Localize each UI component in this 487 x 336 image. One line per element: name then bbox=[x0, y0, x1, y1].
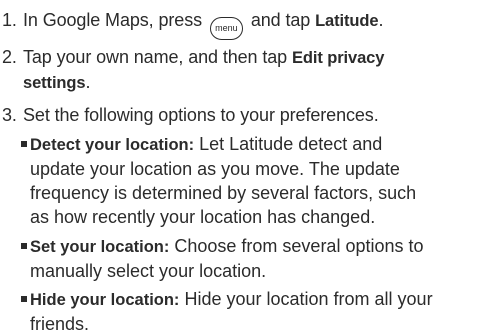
step-1-text-after: . bbox=[378, 10, 384, 30]
step-2-text-before: Tap your own name, and then tap bbox=[23, 47, 288, 67]
option-hide-location: Hide your location: Hide your location f… bbox=[21, 287, 483, 336]
option-2-line2: manually select your location. bbox=[30, 261, 267, 281]
step-2-edit-privacy: Edit privacy bbox=[292, 49, 385, 67]
option-3-line1: Hide your location from all your bbox=[184, 289, 433, 309]
option-3-title: Hide your location: bbox=[30, 291, 180, 309]
option-1-line3: frequency is determined by several facto… bbox=[30, 183, 417, 203]
step-2-text-after: . bbox=[85, 72, 91, 92]
menu-key-icon: menu bbox=[209, 17, 243, 40]
step-1-number: 1. bbox=[2, 10, 17, 30]
option-1-line2: update your location as you move. The up… bbox=[30, 159, 400, 179]
instructions-page: 1. In Google Maps, press menu and tap Lat… bbox=[0, 0, 487, 336]
step-1: 1. In Google Maps, press menu and tap Lat… bbox=[2, 8, 383, 40]
option-2-title: Set your location: bbox=[30, 238, 170, 256]
step-3: 3. Set the following options to your pref… bbox=[2, 103, 379, 127]
option-3-line2: friends. bbox=[30, 314, 90, 334]
option-1-line4: as how recently your location has change… bbox=[30, 207, 376, 227]
step-3-text: Set the following options to your prefer… bbox=[23, 105, 379, 125]
step-1-text-middle: and tap bbox=[250, 10, 311, 30]
option-1-title: Detect your location: bbox=[30, 136, 195, 154]
step-2-number: 2. bbox=[2, 47, 17, 67]
bullet-icon bbox=[21, 296, 27, 302]
option-set-location: Set your location: Choose from several o… bbox=[21, 234, 483, 283]
step-1-latitude: Latitude bbox=[315, 12, 379, 30]
step-2-settings: settings bbox=[23, 74, 86, 92]
bullet-icon bbox=[21, 243, 27, 249]
bullet-icon bbox=[21, 141, 27, 147]
step-2: 2. Tap your own name, and then tap Edit p… bbox=[2, 45, 384, 95]
option-1-line1: Let Latitude detect and bbox=[199, 134, 383, 154]
step-3-number: 3. bbox=[2, 105, 17, 125]
option-2-line1: Choose from several options to bbox=[174, 236, 424, 256]
step-1-text-before: In Google Maps, press bbox=[23, 10, 202, 30]
option-detect-location: Detect your location: Let Latitude detec… bbox=[21, 132, 483, 229]
